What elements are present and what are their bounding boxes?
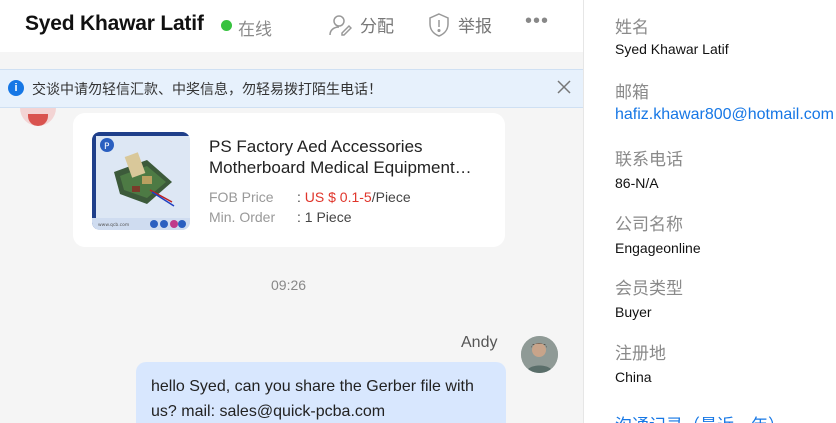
product-title[interactable]: PS Factory Aed Accessories (209, 136, 489, 157)
member-type-value: Buyer (615, 304, 652, 320)
email-link[interactable]: hafiz.khawar800@hotmail.com (615, 106, 834, 124)
report-label: 举报 (458, 17, 492, 36)
chat-header: Syed Khawar Latif 在线 分配 举报 ••• (0, 0, 583, 52)
product-image[interactable]: P www.qcb.com (92, 132, 190, 230)
close-icon[interactable] (555, 78, 573, 96)
message-text: hello Syed, can you share the Gerber fil… (151, 378, 474, 420)
company-label: 公司名称 (615, 215, 683, 234)
assign-button[interactable]: 分配 (328, 12, 394, 37)
contact-info-panel: 姓名 Syed Khawar Latif 邮箱 hafiz.khawar800@… (583, 0, 836, 423)
fob-price-value: : US $ 0.1-5/Piece (297, 189, 411, 205)
user-avatar[interactable] (521, 336, 558, 373)
min-order-value: : 1 Piece (297, 209, 352, 225)
region-value: China (615, 369, 652, 385)
online-status-text: 在线 (238, 20, 272, 39)
contact-avatar[interactable] (20, 108, 56, 126)
svg-text:P: P (104, 142, 110, 152)
price-unit: /Piece (371, 189, 411, 205)
product-title-line2[interactable]: Motherboard Medical Equipment… (209, 157, 479, 178)
safety-notice-banner: i 交谈中请勿轻信汇款、中奖信息，勿轻易拨打陌生电话！ (0, 69, 583, 108)
email-label: 邮箱 (615, 83, 649, 102)
message-bubble[interactable]: hello Syed, can you share the Gerber fil… (136, 362, 506, 423)
name-value: Syed Khawar Latif (615, 41, 729, 57)
assign-user-icon (329, 14, 352, 36)
online-status-dot (221, 20, 232, 31)
fob-price-label: FOB Price (209, 189, 274, 205)
price-prefix: : (297, 189, 305, 205)
product-card[interactable]: P www.qcb.com PS Factory Aed Accessories… (73, 113, 505, 247)
member-type-label: 会员类型 (615, 279, 683, 298)
assign-label: 分配 (360, 17, 394, 36)
price-amount: US $ 0.1-5 (304, 189, 372, 205)
phone-label: 联系电话 (615, 150, 683, 169)
notice-text: 交谈中请勿轻信汇款、中奖信息，勿轻易拨打陌生电话！ (32, 81, 382, 97)
report-button[interactable]: 举报 (428, 12, 492, 37)
shield-alert-icon (429, 12, 449, 37)
history-link[interactable]: 沟通记录（最近一年） (615, 411, 785, 423)
min-order-label: Min. Order (209, 209, 276, 225)
chat-pane: Syed Khawar Latif 在线 分配 举报 ••• i 交谈中请勿轻信… (0, 0, 583, 423)
message-timestamp: 09:26 (271, 277, 307, 293)
contact-name: Syed Khawar Latif (25, 12, 204, 35)
company-value: Engageonline (615, 240, 701, 256)
phone-value: 86-N/A (615, 175, 659, 191)
sender-name: Andy (461, 334, 498, 351)
info-icon: i (8, 80, 24, 96)
more-options-icon[interactable]: ••• (525, 10, 549, 33)
name-label: 姓名 (615, 18, 649, 37)
image-caption: www.qcb.com (98, 222, 129, 228)
region-label: 注册地 (615, 344, 666, 363)
